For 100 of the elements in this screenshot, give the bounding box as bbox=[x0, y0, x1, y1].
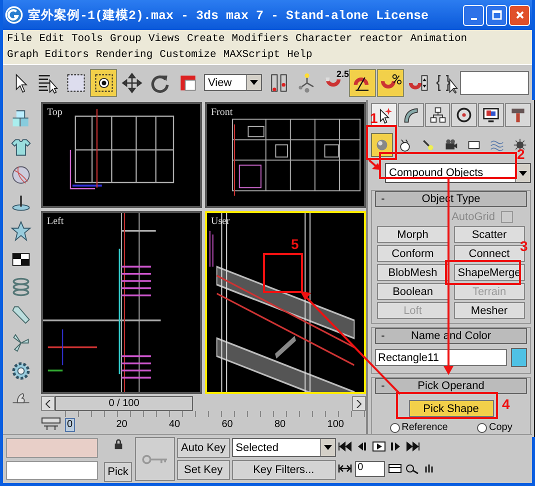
display-tab[interactable] bbox=[478, 103, 504, 127]
object-type-button[interactable]: ShapeMerge bbox=[454, 264, 525, 281]
star-icon[interactable] bbox=[10, 220, 32, 242]
frame-number: 100 bbox=[327, 419, 344, 431]
menu-item[interactable]: Help bbox=[287, 49, 312, 61]
menu-item[interactable]: reactor bbox=[359, 33, 404, 45]
track-bar-icon[interactable] bbox=[41, 417, 61, 431]
gear-icon[interactable] bbox=[10, 360, 32, 382]
object-type-button[interactable]: Boolean bbox=[377, 283, 448, 300]
tube-icon[interactable] bbox=[10, 304, 32, 326]
menu-item[interactable]: Tools bbox=[71, 33, 103, 45]
padlock-icon[interactable] bbox=[112, 439, 124, 450]
object-type-button[interactable]: Conform bbox=[377, 245, 448, 262]
minimize-icon bbox=[470, 18, 476, 20]
viewport-label[interactable]: Top bbox=[47, 107, 62, 118]
key-filters-button[interactable]: Key Filters... bbox=[232, 460, 336, 480]
cameras-icon bbox=[444, 138, 458, 152]
previous-frame-button[interactable] bbox=[41, 396, 55, 411]
frame-field[interactable]: 0 bbox=[354, 460, 385, 477]
set-key-button[interactable]: Set Key bbox=[177, 460, 230, 480]
minimize-button[interactable] bbox=[463, 4, 484, 26]
status-field[interactable] bbox=[6, 460, 98, 480]
snap-button[interactable]: 2.5 bbox=[321, 68, 348, 96]
shapes-icon bbox=[398, 138, 412, 152]
menu-item[interactable]: Group bbox=[110, 33, 142, 45]
snap-value: 2.5 bbox=[336, 68, 349, 78]
object-type-button[interactable]: Mesher bbox=[454, 302, 525, 319]
slider-thumb[interactable]: 0 / 100 bbox=[55, 396, 193, 411]
track-bar[interactable] bbox=[65, 411, 366, 417]
angle-snap-button[interactable] bbox=[349, 68, 376, 96]
play-icon[interactable] bbox=[372, 441, 386, 452]
percent-snap-button[interactable] bbox=[377, 68, 404, 96]
object-type-button[interactable]: BlobMesh bbox=[377, 264, 448, 281]
rollout-header[interactable]: - Pick Operand bbox=[375, 378, 527, 394]
maximize-icon bbox=[492, 10, 502, 20]
viewport[interactable]: Front bbox=[205, 102, 366, 208]
spring-icon[interactable] bbox=[10, 276, 32, 298]
hierarchy-tab[interactable] bbox=[424, 103, 450, 127]
app-icon bbox=[5, 6, 23, 24]
named-selection-field[interactable] bbox=[460, 70, 529, 94]
menu-item[interactable]: Views bbox=[148, 33, 180, 45]
menu-item[interactable]: Customize bbox=[160, 49, 216, 61]
auto-key-button[interactable]: Auto Key bbox=[177, 438, 230, 458]
rollout-title: Pick Operand bbox=[416, 380, 486, 392]
menu-item[interactable]: MAXScript bbox=[223, 49, 280, 61]
menu-item[interactable]: Character bbox=[296, 33, 352, 45]
go-to-end-icon[interactable] bbox=[406, 441, 420, 452]
color-swatch[interactable] bbox=[511, 348, 527, 367]
object-name-field[interactable]: Rectangle11 bbox=[375, 349, 507, 366]
viewport-label[interactable]: Front bbox=[211, 107, 233, 118]
reference-dropdown[interactable]: View bbox=[204, 74, 262, 91]
window-icon bbox=[92, 72, 114, 94]
zoom-icon[interactable] bbox=[404, 463, 419, 474]
collapse-toggle[interactable]: - bbox=[376, 193, 390, 205]
checkbox-label: AutoGrid bbox=[452, 210, 495, 222]
collapse-toggle[interactable]: - bbox=[376, 380, 390, 392]
pick-shape-button[interactable]: Pick Shape bbox=[408, 400, 494, 417]
go-to-start-icon[interactable] bbox=[338, 441, 352, 452]
maximize-button[interactable] bbox=[486, 4, 507, 26]
close-button[interactable] bbox=[509, 4, 530, 26]
pick-button[interactable]: Pick bbox=[104, 462, 132, 482]
time-config-icon[interactable] bbox=[388, 463, 402, 474]
motion-icon bbox=[455, 106, 474, 124]
menu-item[interactable]: Edit bbox=[39, 33, 64, 45]
chevron-right-icon bbox=[356, 400, 362, 408]
create-tab[interactable] bbox=[371, 103, 397, 127]
annotation-number: 4 bbox=[502, 396, 510, 412]
region-icon bbox=[64, 72, 86, 94]
time-slider[interactable]: 0 / 100 bbox=[55, 396, 352, 411]
next-frame-button[interactable] bbox=[352, 396, 366, 411]
radio-option[interactable]: Reference bbox=[390, 422, 448, 433]
menu-item[interactable]: Animation bbox=[410, 33, 468, 45]
radio-option[interactable]: Copy bbox=[477, 422, 512, 433]
caret-icon bbox=[519, 170, 527, 176]
listener-field[interactable] bbox=[6, 438, 98, 458]
key-mode-dropdown[interactable]: Selected bbox=[232, 438, 336, 458]
frame-number: 20 bbox=[116, 419, 128, 431]
window-button[interactable] bbox=[90, 68, 117, 96]
object-type-button[interactable]: Morph bbox=[377, 226, 448, 243]
shirt-icon[interactable] bbox=[10, 136, 32, 158]
menu-item[interactable]: Modifiers bbox=[232, 33, 289, 45]
lights-icon bbox=[421, 138, 435, 152]
collapse-toggle[interactable]: - bbox=[376, 330, 390, 342]
viewport-label[interactable]: Left bbox=[47, 216, 64, 227]
viewport[interactable]: Top bbox=[41, 102, 202, 208]
menu-item[interactable]: Create bbox=[186, 33, 225, 45]
menu-item[interactable]: File bbox=[7, 33, 32, 45]
frame-number: 80 bbox=[274, 419, 286, 431]
modify-tab[interactable] bbox=[398, 103, 424, 127]
menu-item[interactable]: Graph Editors bbox=[7, 49, 89, 61]
menu-item[interactable]: Rendering bbox=[96, 49, 153, 61]
fan-icon[interactable] bbox=[10, 332, 32, 354]
motion-tab[interactable] bbox=[451, 103, 478, 127]
utilities-tab[interactable] bbox=[505, 103, 531, 127]
annotation-number: 1 bbox=[370, 110, 378, 126]
sphere-icon[interactable] bbox=[10, 164, 32, 186]
category-dropdown[interactable]: Compound Objects bbox=[385, 163, 531, 183]
key-mode-icon[interactable] bbox=[338, 463, 352, 474]
viewport[interactable]: Left bbox=[41, 211, 202, 394]
frame-number: 0 bbox=[65, 418, 75, 432]
